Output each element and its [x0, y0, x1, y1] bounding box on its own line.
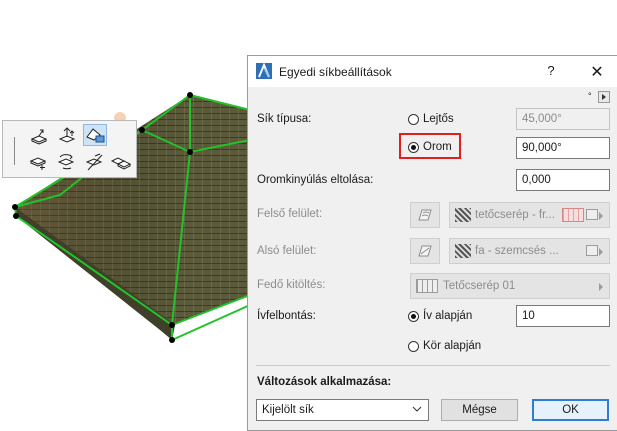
radio-iv-alapjan-dot[interactable] — [408, 310, 419, 322]
divider — [256, 365, 610, 366]
cover-fill-swatch — [416, 279, 438, 293]
elevate-icon — [58, 127, 76, 143]
bottom-surface-label: Alsó felület: — [257, 245, 317, 257]
chevron-down-icon — [412, 406, 422, 412]
elevate-button[interactable] — [55, 125, 79, 147]
chevron-right-icon — [599, 212, 603, 220]
radio-lejtos[interactable]: Lejtős — [408, 113, 454, 125]
offset-edge-button[interactable] — [27, 151, 51, 173]
gable-angle-field[interactable]: 90,000° — [516, 137, 610, 159]
move-node-button[interactable] — [27, 125, 51, 147]
radio-iv-alapjan-label: Ív alapján — [423, 310, 473, 322]
merge-plane-icon — [110, 157, 132, 170]
cover-fill-combo[interactable]: Tetőcserép 01 — [410, 273, 610, 299]
bottom-surface-material: fa - szemcsés ... — [475, 245, 559, 257]
cover-fill-label: Fedő kitöltés: — [257, 279, 326, 291]
bottom-surface-override-button[interactable] — [410, 238, 440, 264]
chevron-right-icon — [599, 248, 603, 256]
slope-angle-field[interactable]: 45,000° — [516, 108, 610, 130]
radio-lejtos-dot[interactable] — [408, 113, 419, 125]
apply-scope-value: Kijelölt sík — [262, 404, 314, 416]
radio-orom-dot[interactable] — [408, 141, 419, 153]
move-node-icon — [30, 129, 48, 145]
top-surface-label: Felső felület: — [257, 208, 323, 220]
image-icon — [586, 245, 598, 256]
top-surface-override-button[interactable] — [410, 202, 440, 228]
surface-override-icon — [418, 245, 432, 257]
radio-iv-alapjan[interactable]: Ív alapján — [408, 310, 472, 322]
gable-overhang-label: Oromkinyúlás eltolása: — [257, 174, 374, 186]
top-surface-swatch — [455, 208, 471, 222]
rotate-plane-icon — [57, 154, 75, 170]
radio-kor-alapjan[interactable]: Kör alapján — [408, 340, 481, 352]
help-button[interactable]: ? — [544, 63, 558, 78]
merge-plane-button[interactable] — [109, 151, 133, 173]
expand-arrow-button[interactable] — [598, 91, 610, 103]
archicad-logo-icon — [256, 63, 272, 79]
surface-override-icon — [418, 209, 432, 221]
arc-resolution-label: Ívfelbontás: — [257, 310, 316, 322]
ok-button[interactable]: OK — [532, 399, 609, 421]
radio-kor-alapjan-dot[interactable] — [408, 340, 419, 352]
custom-plane-settings-dialog: Egyedi síkbeállítások ? ✕ ° Sík típusa: … — [247, 55, 617, 431]
arc-segments-field[interactable]: 10 — [516, 305, 610, 327]
corner-mark: ° — [588, 91, 592, 101]
cancel-button[interactable]: Mégse — [441, 399, 518, 421]
radio-orom-label: Orom — [423, 141, 452, 153]
chevron-right-icon — [599, 283, 603, 291]
radio-kor-alapjan-label: Kör alapján — [423, 340, 482, 352]
roof-plane-settings-icon — [86, 128, 105, 143]
close-button[interactable]: ✕ — [589, 62, 605, 82]
bottom-surface-combo[interactable]: fa - szemcsés ... — [449, 238, 610, 264]
apply-changes-label: Változások alkalmazása: — [257, 376, 392, 388]
dialog-title: Egyedi síkbeállítások — [279, 65, 392, 79]
cover-fill-value: Tetőcserép 01 — [443, 280, 516, 292]
top-surface-material: tetőcserép - fr... — [475, 209, 555, 221]
top-surface-combo[interactable]: tetőcserép - fr... — [449, 202, 610, 228]
tile-preview-swatch — [562, 208, 584, 222]
custom-plane-settings-button[interactable] — [83, 124, 107, 146]
radio-lejtos-label: Lejtős — [423, 113, 454, 125]
offset-edge-icon — [29, 157, 47, 170]
rotate-plane-button[interactable] — [55, 151, 79, 173]
dialog-titlebar[interactable]: Egyedi síkbeállítások ? ✕ — [248, 56, 617, 87]
bottom-surface-swatch — [455, 244, 471, 258]
radio-orom[interactable]: Orom — [408, 141, 452, 153]
image-icon — [586, 209, 598, 220]
gable-overhang-field[interactable]: 0,000 — [516, 169, 610, 191]
split-plane-icon — [85, 153, 103, 171]
apply-scope-select[interactable]: Kijelölt sík — [256, 399, 429, 421]
plane-type-label: Sík típusa: — [257, 113, 312, 125]
split-plane-button[interactable] — [83, 151, 107, 173]
toolbar-grip[interactable] — [14, 137, 15, 165]
pet-palette-toolbar — [2, 120, 137, 178]
